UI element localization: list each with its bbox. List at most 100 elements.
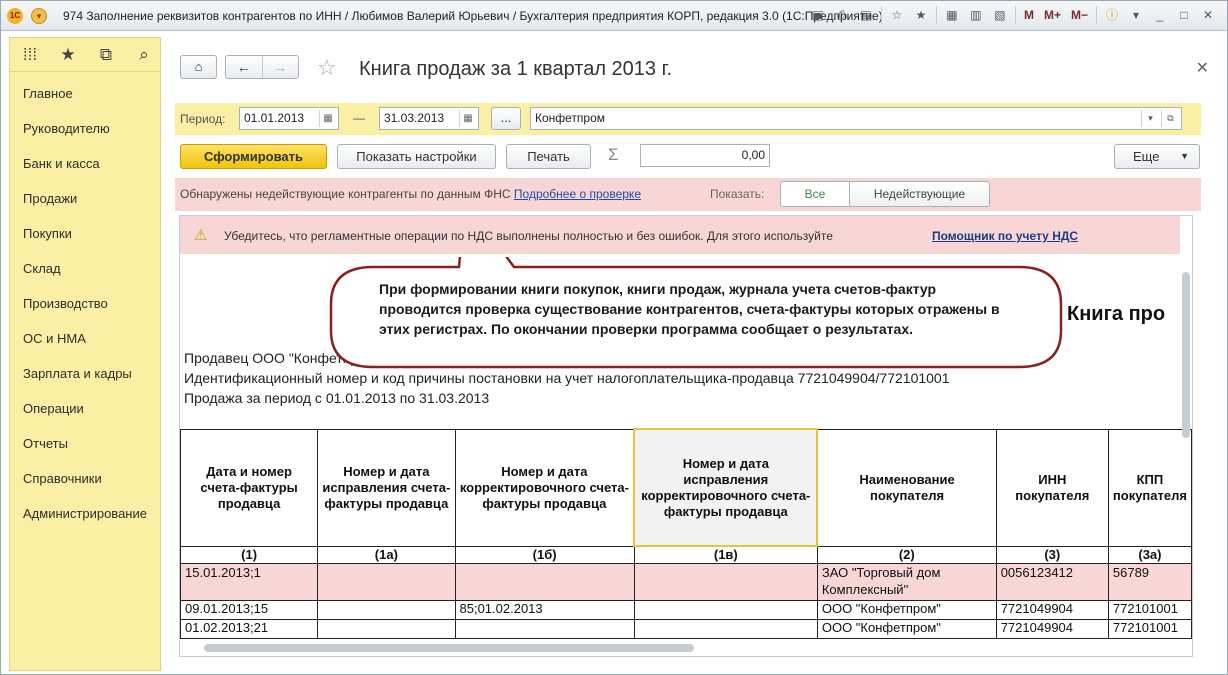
column-number: (2): [816, 545, 997, 564]
forward-arrow-icon[interactable]: →: [261, 56, 299, 78]
all-functions-icon[interactable]: ⁞⁞⁞: [20, 45, 40, 65]
main-menu-button[interactable]: ▾: [31, 8, 47, 24]
favorite-add-icon[interactable]: ☆: [888, 6, 906, 24]
period-bar: Период: 01.01.2013 ▦ — 31.03.2013 ▦ ... …: [175, 103, 1201, 135]
sidebar-item-assets[interactable]: ОС и НМА: [10, 321, 160, 356]
table-row[interactable]: 01.02.2013;21 ООО "Конфетпром" 772104990…: [180, 618, 1192, 639]
column-header: Номер и дата корректировочного счета-фак…: [454, 428, 635, 547]
check-details-link[interactable]: Подробнее о проверке: [514, 187, 641, 201]
filter-inactive-button[interactable]: Недействующие: [850, 181, 990, 207]
maximize-icon[interactable]: □: [1175, 6, 1193, 24]
vat-assistant-link[interactable]: Помощник по учету НДС: [932, 229, 1078, 243]
callout-annotation: При формировании книги покупок, книги пр…: [329, 257, 1063, 372]
sidebar-item-salary[interactable]: Зарплата и кадры: [10, 356, 160, 391]
calculator-icon[interactable]: ▦: [943, 6, 961, 24]
table-cell: 7721049904: [995, 599, 1109, 620]
period-from-field[interactable]: 01.01.2013 ▦: [239, 107, 339, 130]
table-icon[interactable]: ▧: [991, 6, 1009, 24]
table-cell: 85;01.02.2013: [454, 599, 635, 620]
sidebar-item-warehouse[interactable]: Склад: [10, 251, 160, 286]
sum-field[interactable]: 0,00: [640, 144, 770, 167]
search-icon[interactable]: ⌕: [134, 45, 154, 65]
close-form-icon[interactable]: ✕: [1196, 58, 1209, 78]
vat-notice-bar: ⚠ Убедитесь, что регламентные операции п…: [180, 216, 1180, 254]
calendar-icon[interactable]: ▦: [319, 110, 336, 127]
table-row[interactable]: 09.01.2013;15 85;01.02.2013 ООО "Конфетп…: [180, 599, 1192, 620]
period-label: Период:: [180, 112, 226, 126]
sidebar-item-catalogs[interactable]: Справочники: [10, 461, 160, 496]
table-cell: 0056123412: [995, 562, 1109, 601]
table-row-inactive[interactable]: 15.01.2013;1 ЗАО "Торговый дом Комплексн…: [180, 562, 1192, 601]
sidebar-item-bank[interactable]: Банк и касса: [10, 146, 160, 181]
command-bar: Сформировать Показать настройки Печать Σ…: [180, 144, 1200, 170]
memory-m-button[interactable]: M: [1022, 8, 1036, 22]
period-line: Продажа за период с 01.01.2013 по 31.03.…: [184, 390, 490, 406]
chevron-down-icon[interactable]: ▾: [1127, 6, 1145, 24]
preview-icon[interactable]: ▤: [857, 6, 875, 24]
chevron-down-icon[interactable]: ▾: [1141, 110, 1159, 127]
table-cell: [633, 562, 818, 601]
column-header-selected[interactable]: Номер и дата исправления корректировочно…: [633, 428, 819, 547]
nav-buttons: ⌂ ← →: [180, 55, 299, 79]
close-icon[interactable]: ✕: [1199, 6, 1217, 24]
sidebar-item-production[interactable]: Производство: [10, 286, 160, 321]
sidebar-item-reports[interactable]: Отчеты: [10, 426, 160, 461]
warning-message: Обнаружены недействующие контрагенты по …: [180, 187, 641, 201]
favorites-star-icon[interactable]: ★: [58, 45, 78, 65]
organization-field[interactable]: Конфетпром ▾ ⧉: [530, 107, 1182, 130]
window-title: 974 Заполнение реквизитов контрагентов п…: [63, 9, 883, 23]
chevron-down-icon: ▼: [1180, 151, 1189, 161]
sidebar-item-main[interactable]: Главное: [10, 76, 160, 111]
memory-minus-button[interactable]: M−: [1069, 8, 1090, 22]
table-cell: [317, 599, 456, 620]
period-to-field[interactable]: 31.03.2013 ▦: [379, 107, 479, 130]
favorites-icon[interactable]: ★: [912, 6, 930, 24]
page-title: Книга продаж за 1 квартал 2013 г.: [359, 58, 672, 80]
info-icon[interactable]: ⓘ: [1103, 6, 1121, 24]
home-button[interactable]: ⌂: [180, 55, 217, 79]
vat-notice-text: Убедитесь, что регламентные операции по …: [224, 229, 833, 243]
calendar-icon[interactable]: ▥: [967, 6, 985, 24]
separator: [935, 6, 937, 24]
title-bar: 1С ▾ 974 Заполнение реквизитов контраген…: [1, 1, 1227, 31]
sum-icon: Σ: [608, 145, 619, 164]
show-settings-button[interactable]: Показать настройки: [337, 144, 496, 169]
column-number: (3): [995, 545, 1109, 564]
column-number: (1б): [454, 545, 635, 564]
table-cell: 772101001: [1107, 618, 1192, 639]
memory-plus-button[interactable]: M+: [1042, 8, 1063, 22]
column-number: (1в): [633, 545, 818, 564]
sidebar-item-sales[interactable]: Продажи: [10, 181, 160, 216]
calendar-icon[interactable]: ▦: [459, 110, 476, 127]
table-cell: ЗАО "Торговый дом Комплексный": [816, 562, 997, 601]
horizontal-scrollbar[interactable]: [204, 644, 694, 652]
generate-button[interactable]: Сформировать: [180, 144, 327, 169]
period-select-button[interactable]: ...: [491, 107, 521, 130]
sidebar-item-purchases[interactable]: Покупки: [10, 216, 160, 251]
warning-text: Обнаружены недействующие контрагенты по …: [180, 187, 511, 201]
table-cell: [317, 618, 456, 639]
column-header: Дата и номер счета-фактуры продавца: [180, 428, 319, 547]
table-cell: [317, 562, 456, 601]
back-arrow-icon[interactable]: ←: [226, 56, 262, 78]
history-icon[interactable]: ⧉: [96, 45, 116, 65]
minimize-icon[interactable]: _: [1151, 6, 1169, 24]
show-filter: Все Недействующие: [780, 181, 990, 207]
more-button[interactable]: Еще ▼: [1114, 144, 1200, 169]
sidebar-item-operations[interactable]: Операции: [10, 391, 160, 426]
period-from-value: 01.01.2013: [244, 111, 305, 125]
column-header: КПП покупателя: [1107, 428, 1192, 547]
favorite-star-icon[interactable]: ☆: [317, 55, 337, 81]
show-label: Показать:: [710, 187, 765, 201]
sidebar-item-manager[interactable]: Руководителю: [10, 111, 160, 146]
print-button[interactable]: Печать: [506, 144, 591, 169]
sidebar-item-admin[interactable]: Администрирование: [10, 496, 160, 531]
save-icon[interactable]: ▣: [809, 6, 827, 24]
filter-all-button[interactable]: Все: [780, 181, 850, 207]
history-nav: ← →: [225, 55, 299, 79]
table-header-row: Дата и номер счета-фактуры продавца Номе…: [180, 428, 1192, 547]
vertical-scrollbar[interactable]: [1182, 272, 1190, 438]
warning-icon: ⚠: [194, 227, 208, 244]
print-icon[interactable]: ⎙: [833, 6, 851, 24]
open-icon[interactable]: ⧉: [1161, 110, 1179, 127]
